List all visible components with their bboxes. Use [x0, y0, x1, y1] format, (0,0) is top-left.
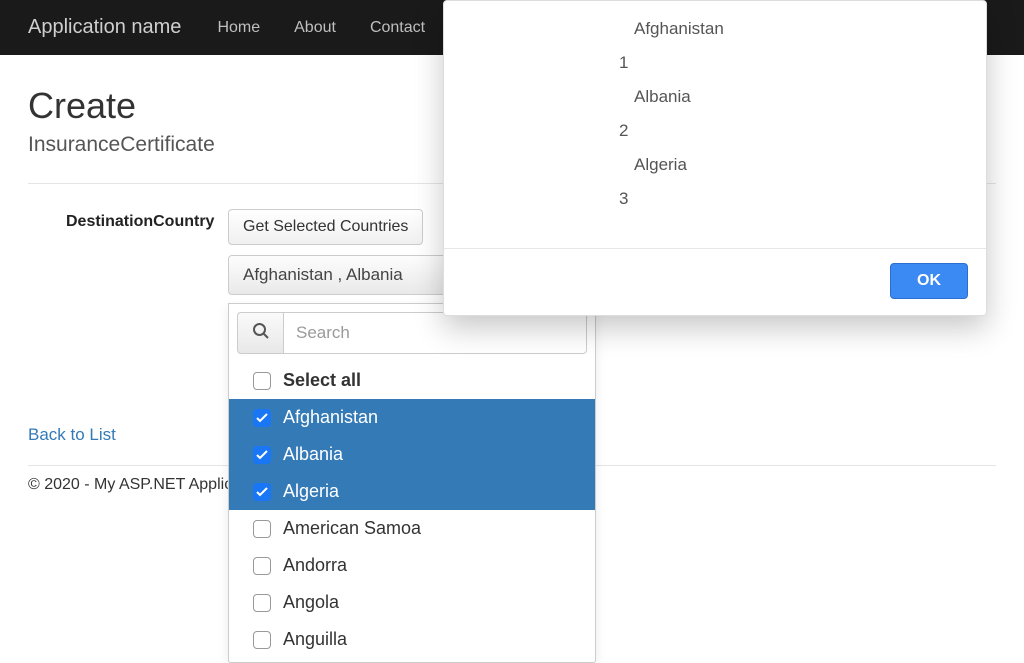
checkbox[interactable] [253, 520, 271, 538]
multiselect-option[interactable]: Angola [229, 584, 595, 621]
option-label: Anguilla [283, 629, 347, 650]
search-icon [252, 322, 270, 345]
multiselect-option[interactable]: Anguilla [229, 621, 595, 658]
dialog-row-num: 3 [444, 189, 986, 209]
dialog: Afghanistan 1 Albania 2 Algeria 3 OK [443, 0, 987, 316]
checkbox[interactable] [253, 631, 271, 649]
checkbox[interactable] [253, 483, 271, 501]
get-selected-countries-button[interactable]: Get Selected Countries [228, 209, 423, 245]
multiselect-select-all[interactable]: Select all [229, 362, 595, 399]
dialog-footer: OK [444, 249, 986, 315]
nav-link-contact[interactable]: Contact [370, 19, 425, 37]
multiselect-searchbar [229, 312, 595, 362]
option-label: American Samoa [283, 518, 421, 539]
option-label: Algeria [283, 481, 339, 502]
multiselect-summary: Afghanistan , Albania [243, 265, 403, 284]
checkbox[interactable] [253, 557, 271, 575]
select-all-label: Select all [283, 370, 361, 391]
search-input[interactable] [283, 312, 587, 354]
multiselect-option[interactable]: Andorra [229, 547, 595, 584]
dialog-row: Algeria 3 [444, 147, 986, 215]
dialog-row-name: Algeria [444, 155, 986, 175]
search-button[interactable] [237, 312, 283, 354]
dialog-row-num: 1 [444, 53, 986, 73]
nav-link-home[interactable]: Home [217, 19, 260, 37]
checkbox[interactable] [253, 372, 271, 390]
dialog-row: Albania 2 [444, 79, 986, 147]
multiselect-option[interactable]: Albania [229, 436, 595, 473]
option-label: Afghanistan [283, 407, 378, 428]
multiselect-dropdown: Select all Afghanistan Albania Alg [228, 303, 596, 663]
dialog-row-name: Afghanistan [444, 19, 986, 39]
multiselect-option[interactable]: American Samoa [229, 510, 595, 547]
dialog-row: Afghanistan 1 [444, 11, 986, 79]
multiselect-option[interactable]: Afghanistan [229, 399, 595, 436]
option-label: Andorra [283, 555, 347, 576]
ok-button[interactable]: OK [890, 263, 968, 299]
option-label: Angola [283, 592, 339, 613]
checkbox[interactable] [253, 446, 271, 464]
dialog-row-num: 2 [444, 121, 986, 141]
form-label-destination: DestinationCountry [28, 209, 228, 231]
dialog-row-name: Albania [444, 87, 986, 107]
multiselect-list[interactable]: Select all Afghanistan Albania Alg [229, 362, 595, 662]
nav-link-about[interactable]: About [294, 19, 336, 37]
checkbox[interactable] [253, 594, 271, 612]
multiselect-option[interactable]: Algeria [229, 473, 595, 510]
dialog-body[interactable]: Afghanistan 1 Albania 2 Algeria 3 [444, 1, 986, 249]
navbar-brand[interactable]: Application name [28, 16, 181, 39]
checkbox[interactable] [253, 409, 271, 427]
option-label: Albania [283, 444, 343, 465]
